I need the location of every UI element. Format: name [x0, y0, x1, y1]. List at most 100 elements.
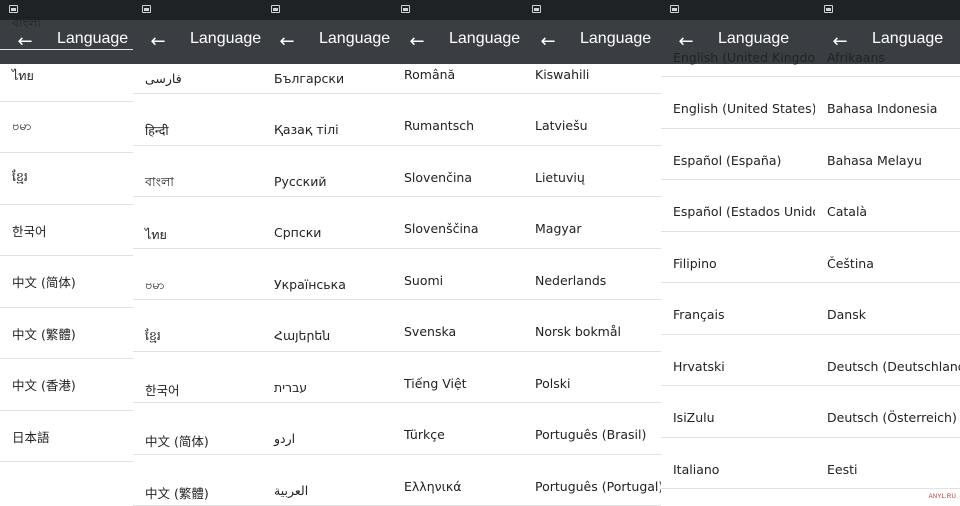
language-item[interactable]: Lietuvių [523, 146, 661, 197]
language-item[interactable]: Eesti [815, 438, 960, 489]
language-item[interactable]: Čeština [815, 232, 960, 283]
language-label: العربية [274, 482, 309, 498]
language-label: Magyar [535, 221, 582, 236]
language-label: 日本語 [12, 429, 50, 445]
watermark: ANYL.RU [928, 494, 956, 500]
language-screen-2: ← Language فارسی हिन्दी বাংলা ไทย ဗမာ ខ្មែរ 한국어 中… [133, 0, 262, 506]
language-item[interactable]: Català [815, 180, 960, 232]
language-label: Afrikaans [827, 49, 885, 65]
language-label: Español (Estados Unidos) [673, 204, 815, 219]
image-notification-icon [670, 5, 679, 13]
language-item[interactable]: Rumantsch [392, 94, 523, 146]
language-item[interactable]: 中文 (简体) [0, 256, 133, 308]
language-item[interactable]: Suomi [392, 249, 523, 300]
language-item[interactable]: Afrikaans [815, 26, 960, 77]
language-item[interactable]: English (United Kingdom) [661, 26, 815, 77]
language-list: Kiswahili Latviešu Lietuvių Magyar Nederland… [523, 64, 661, 506]
language-item[interactable]: Norsk bokmål [523, 300, 661, 352]
language-label: Bahasa Melayu [827, 152, 922, 168]
language-item[interactable]: 한국어 [133, 352, 262, 403]
language-item[interactable]: 한국어 [0, 205, 133, 256]
image-notification-icon [824, 5, 833, 13]
language-label: Українська [274, 276, 346, 292]
language-item[interactable]: IsiZulu [661, 386, 815, 438]
language-item[interactable]: Magyar [523, 197, 661, 249]
language-item[interactable]: 日本語 [0, 411, 133, 462]
language-item[interactable]: Српски [262, 197, 392, 249]
language-item[interactable]: اردو [262, 403, 392, 455]
language-list: فارسی हिन्दी বাংলা ไทย ဗမာ ខ្មែរ 한국어 中文 (简体) 中文 … [133, 64, 262, 506]
language-label: Nederlands [535, 272, 607, 288]
status-bar [392, 0, 523, 20]
language-item[interactable]: 中文 (香港) [0, 359, 133, 411]
language-label: Kiswahili [535, 66, 590, 82]
language-label: Polski [535, 375, 571, 391]
language-item[interactable]: Қазақ тілі [262, 94, 392, 146]
language-item[interactable]: ไทย [133, 197, 262, 249]
language-item[interactable]: ไทย [0, 50, 133, 102]
language-label: Български [274, 70, 345, 86]
language-item[interactable]: English (United States) [661, 77, 815, 129]
language-label: বাংলা [12, 14, 41, 30]
language-item[interactable]: Bahasa Indonesia [815, 77, 960, 129]
language-item[interactable]: Українська [262, 249, 392, 300]
language-item[interactable]: Հայերեն [262, 300, 392, 352]
image-notification-icon [532, 5, 541, 13]
language-label: Français [673, 307, 725, 322]
language-item[interactable]: 中文 (繁體) [0, 308, 133, 359]
language-label: Latviešu [535, 118, 588, 133]
language-item[interactable]: Tiếng Việt [392, 352, 523, 403]
language-item[interactable]: العربية [262, 455, 392, 506]
language-item[interactable]: Italiano [661, 438, 815, 489]
language-item[interactable]: Deutsch (Deutschland) [815, 335, 960, 386]
language-item[interactable]: বাংলা [133, 146, 262, 197]
language-item[interactable]: हिन्दी [133, 94, 262, 146]
language-label: Română [404, 66, 456, 82]
language-item[interactable]: Dansk [815, 283, 960, 335]
language-item[interactable]: Ελληνικά [392, 455, 523, 506]
language-label: Lietuvių [535, 169, 585, 185]
language-list: বাংলা ไทย ဗမာ ខ្មែរ 한국어 中文 (简体) 中文 (繁體) 中文 (香港)… [0, 15, 133, 506]
language-item[interactable]: Deutsch (Österreich) [815, 386, 960, 438]
language-item[interactable]: বাংলা [0, 0, 133, 50]
language-item[interactable]: ဗမာ [133, 249, 262, 300]
language-label: Bahasa Indonesia [827, 101, 938, 116]
language-item[interactable]: Kiswahili [523, 43, 661, 94]
language-item[interactable]: Português (Portugal) [523, 455, 661, 506]
status-bar [133, 0, 262, 20]
language-label: Norsk bokmål [535, 324, 621, 339]
language-item[interactable]: Filipino [661, 232, 815, 283]
language-item[interactable]: Español (España) [661, 129, 815, 180]
language-screen-5: ← Language Kiswahili Latviešu Lietuvių Magyar… [523, 0, 661, 506]
language-label: ខ្មែរ [12, 169, 28, 184]
language-item[interactable]: Română [392, 43, 523, 94]
language-item[interactable]: Hrvatski [661, 335, 815, 386]
language-item[interactable]: Español (Estados Unidos) [661, 180, 815, 232]
language-label: ဗမာ [12, 117, 32, 133]
language-item[interactable]: Latviešu [523, 94, 661, 146]
language-item[interactable]: ខ្មែរ [0, 153, 133, 205]
language-label: ไทย [12, 68, 34, 83]
language-item[interactable]: Svenska [392, 300, 523, 352]
language-item[interactable]: 中文 (简体) [133, 403, 262, 455]
language-item[interactable]: ဗမာ [0, 102, 133, 153]
language-item[interactable]: فارسی [133, 43, 262, 94]
language-item[interactable]: Nederlands [523, 249, 661, 300]
language-label: ไทย [145, 227, 167, 242]
language-item[interactable]: Bahasa Melayu [815, 129, 960, 180]
language-label: বাংলা [145, 173, 174, 189]
language-item[interactable]: Türkçe [392, 403, 523, 455]
language-item[interactable]: Русский [262, 146, 392, 197]
language-item[interactable]: עברית [262, 352, 392, 403]
language-item[interactable]: Slovenščina [392, 197, 523, 249]
language-label: Hrvatski [673, 358, 725, 374]
language-item[interactable]: ខ្មែរ [133, 300, 262, 352]
language-item[interactable]: Polski [523, 352, 661, 403]
language-item[interactable]: Français [661, 283, 815, 335]
language-item[interactable]: 中文 (繁體) [133, 455, 262, 506]
language-item[interactable]: Slovenčina [392, 146, 523, 197]
language-label: Español (España) [673, 152, 782, 168]
language-item[interactable]: Български [262, 43, 392, 94]
language-list: Afrikaans Bahasa Indonesia Bahasa Melayu Ca… [815, 50, 960, 506]
language-item[interactable]: Português (Brasil) [523, 403, 661, 455]
